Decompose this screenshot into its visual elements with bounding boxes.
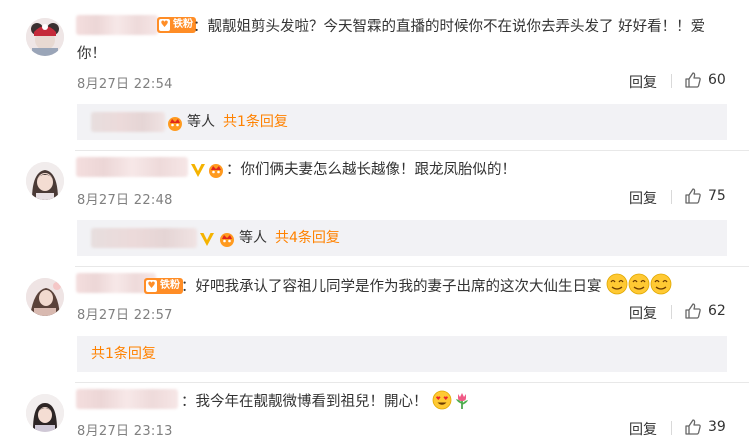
username[interactable] <box>76 15 158 35</box>
fan-icon: ♥ <box>146 280 157 292</box>
verified-v-icon <box>191 164 205 177</box>
replier-name <box>91 228 197 248</box>
separator <box>75 150 749 151</box>
comment-time: 8月27日 22:48 <box>77 193 173 208</box>
thumbs-up-icon <box>685 303 701 319</box>
reply-thread-summary[interactable]: 等人 共4条回复 <box>77 220 727 256</box>
avatar[interactable] <box>26 278 64 316</box>
thumbs-up-icon <box>685 188 701 204</box>
reply-button[interactable]: 回复 <box>629 72 657 92</box>
vip-crown-icon <box>168 117 182 131</box>
fan-badge: ♥ 铁粉 <box>157 17 196 33</box>
like-button[interactable]: 39 <box>684 418 726 436</box>
reply-thread-summary[interactable]: 等人 共1条回复 <box>77 104 727 140</box>
emoji-icon <box>650 273 672 295</box>
divider <box>671 74 672 88</box>
avatar[interactable] <box>26 162 64 200</box>
verified-v-icon <box>200 233 214 246</box>
separator <box>75 266 749 267</box>
view-replies-link[interactable]: 共1条回复 <box>91 344 156 364</box>
vip-crown-icon <box>220 233 234 247</box>
comment-text: ：我今年在靓靓微博看到祖兒！開心！ <box>181 389 472 415</box>
others-label: 等人 <box>239 230 267 246</box>
username[interactable] <box>76 389 178 409</box>
avatar[interactable] <box>26 394 64 432</box>
like-button[interactable]: 60 <box>684 71 726 89</box>
like-button[interactable]: 75 <box>684 187 726 205</box>
others-label: 等人 <box>187 114 215 130</box>
like-count: 62 <box>708 303 726 319</box>
reply-button[interactable]: 回复 <box>629 188 657 208</box>
view-replies-link[interactable]: 共1条回复 <box>223 112 288 132</box>
comment-text: ：好吧我承认了容祖儿同学是作为我的妻子出席的这次大仙生日宴 <box>181 273 672 300</box>
view-replies-link[interactable]: 共4条回复 <box>275 228 340 248</box>
reply-button[interactable]: 回复 <box>629 419 657 439</box>
emoji-icon <box>606 273 628 295</box>
tulip-emoji-icon <box>456 393 469 409</box>
replier-name <box>91 112 165 132</box>
fan-icon: ♥ <box>159 19 170 31</box>
separator <box>75 382 749 383</box>
heart-eyes-emoji-icon <box>432 390 452 410</box>
comment-time: 8月27日 22:57 <box>77 308 173 323</box>
divider <box>671 305 672 319</box>
reply-thread-summary[interactable]: 共1条回复 <box>77 336 727 372</box>
comment-text-continued: 你！ <box>77 46 106 62</box>
thumbs-up-icon <box>685 419 701 435</box>
emoji-icon <box>628 273 650 295</box>
reply-button[interactable]: 回复 <box>629 303 657 323</box>
divider <box>671 421 672 435</box>
fan-badge: ♥ 铁粉 <box>144 278 183 294</box>
comment-text: ：你们俩夫妻怎么越长越像！跟龙凤胎似的！ <box>226 162 516 178</box>
like-count: 60 <box>708 72 726 88</box>
divider <box>671 190 672 204</box>
like-count: 75 <box>708 188 726 204</box>
username[interactable] <box>76 157 188 177</box>
comment-text: ：靓靓姐剪头发啦？今天智霖的直播的时候你不在说你去弄头发了 好好看！！爱 <box>193 19 706 35</box>
avatar[interactable] <box>26 18 64 56</box>
like-count: 39 <box>708 419 726 435</box>
vip-crown-icon <box>209 164 223 178</box>
thumbs-up-icon <box>685 72 701 88</box>
like-button[interactable]: 62 <box>684 302 726 320</box>
comment-time: 8月27日 22:54 <box>77 77 173 92</box>
comment-time: 8月27日 23:13 <box>77 424 173 439</box>
